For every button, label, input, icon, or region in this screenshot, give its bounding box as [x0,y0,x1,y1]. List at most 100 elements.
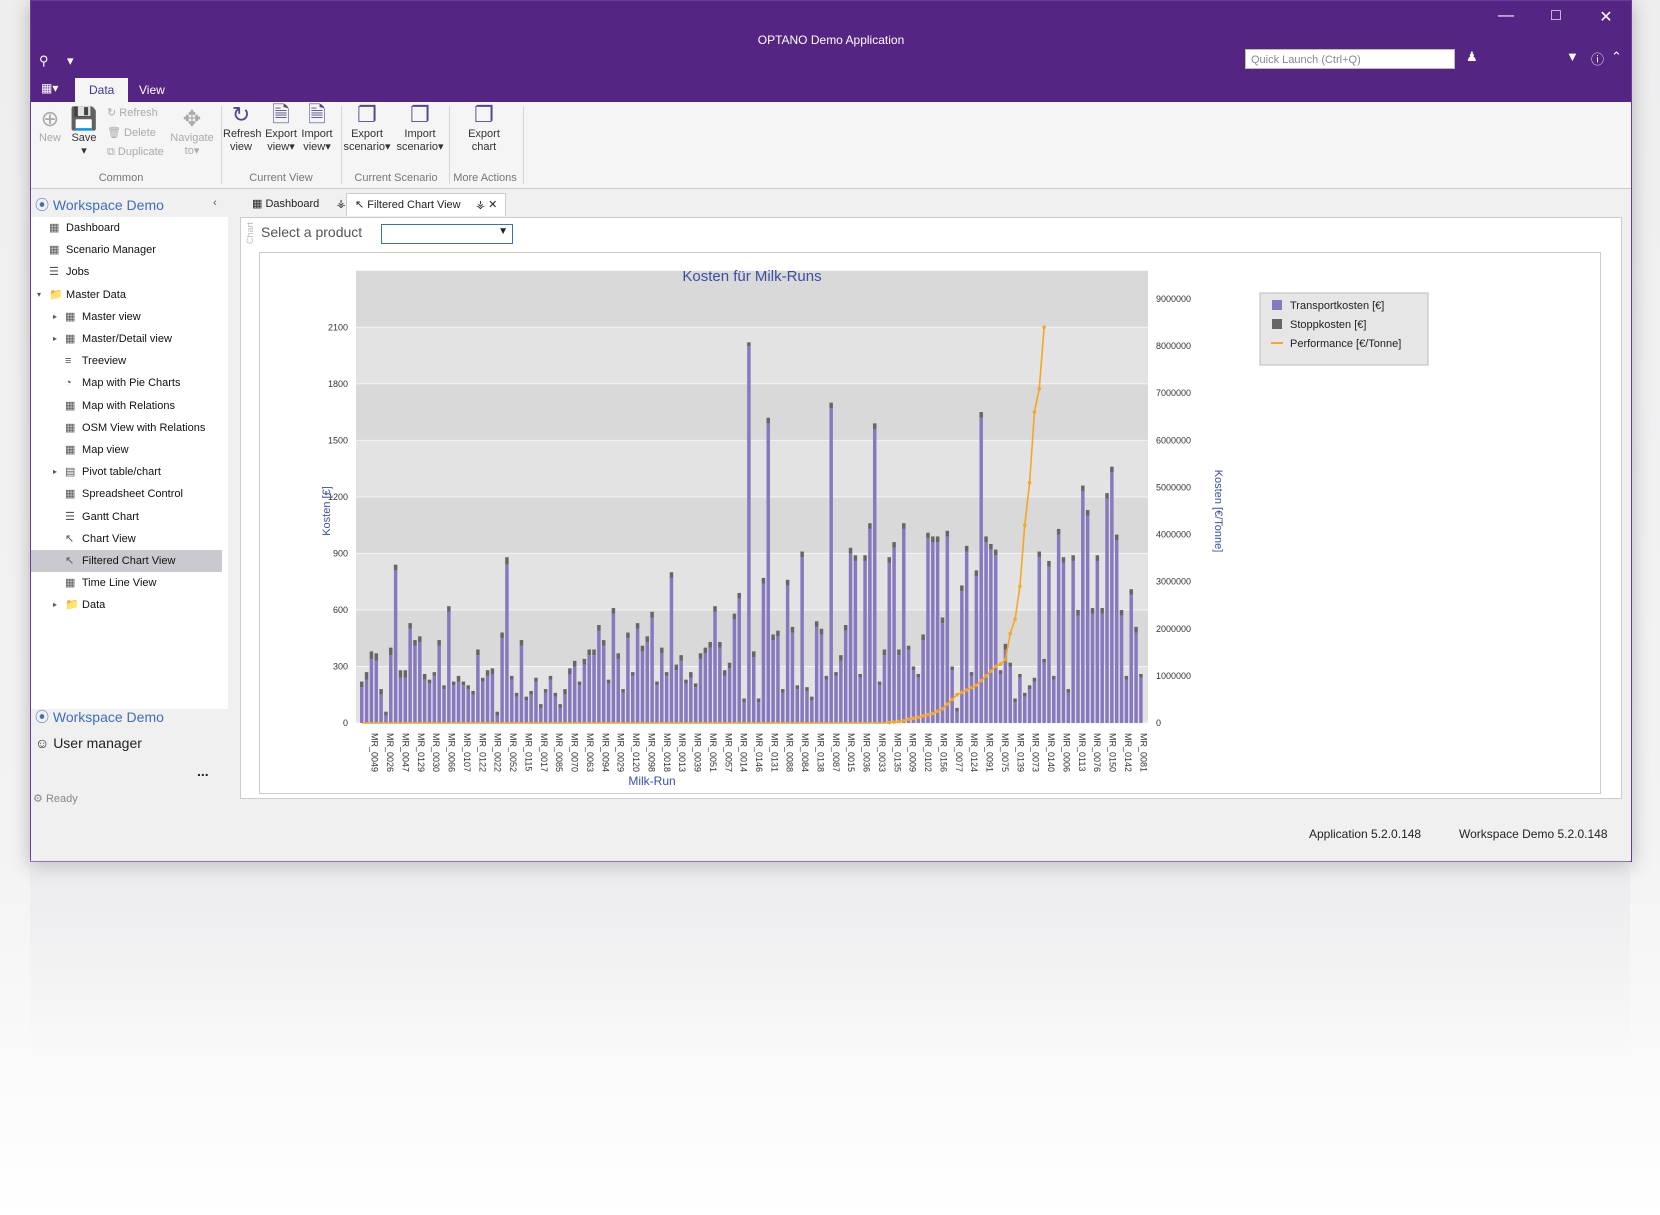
minimize-button[interactable]: — [1486,7,1526,25]
sidebar-item-master-data[interactable]: ▾ 📁 Master Data [31,284,222,306]
performance-point [989,669,993,673]
product-select[interactable]: ▼ [381,224,513,244]
y2-tick-label: 1000000 [1156,671,1191,681]
y-tick-label: 600 [333,605,348,615]
export-icon: 🗎 [272,102,290,127]
export-view-button[interactable]: 🗎 Export view▾ [263,102,299,154]
bar-transportkosten [631,675,635,723]
bar-transportkosten [1042,662,1046,723]
bar-transportkosten [568,674,572,723]
bar-stoppkosten [379,689,383,695]
sidebar-item-gantt-chart[interactable]: ☰ Gantt Chart [31,506,222,528]
expand-arrow-icon[interactable]: ▸ [53,328,57,350]
quick-access-dropdown-icon[interactable]: ▾ [67,53,74,69]
import-scenario-button[interactable]: ❐ Import scenario▾ [393,102,447,154]
sidebar-item-osm-view-with-relations[interactable]: ▦ OSM View with Relations [31,417,222,439]
bar-transportkosten [1105,498,1109,723]
sidebar-item-scenario-manager[interactable]: ▦ Scenario Manager [31,239,222,261]
bar-transportkosten [660,653,664,723]
bar-stoppkosten [679,655,683,661]
tab-data[interactable]: Data [75,78,129,102]
bar-stoppkosten [693,683,698,688]
tab-filtered-chart-view[interactable]: ↖ Filtered Chart View ⚶ ✕ [346,193,507,216]
user-icon[interactable]: ♟ [1466,49,1478,65]
expand-arrow-icon[interactable]: ▾ [37,284,41,306]
bar-transportkosten [398,677,403,723]
collapse-ribbon-icon[interactable]: ⌃ [1611,49,1622,65]
export-scenario-button[interactable]: ❐ Export scenario▾ [341,102,393,154]
chevron-down-icon[interactable]: ▼ [1566,49,1579,64]
x-tick-label: MR_0094 [600,733,610,772]
expand-arrow-icon[interactable]: ▸ [53,594,57,616]
sidebar-item-jobs[interactable]: ☰ Jobs [31,261,222,283]
quick-launch-input[interactable]: Quick Launch (Ctrl+Q) [1245,49,1455,69]
bar-transportkosten [824,679,829,723]
collapse-sidebar-icon[interactable]: ‹ [213,197,217,209]
file-menu-icon[interactable]: ▦▾ [41,81,65,97]
navigate-to-button[interactable]: ✥ Navigate to▾ [169,106,215,158]
more-options-button[interactable]: ... [197,763,209,779]
sidebar-item-label: Gantt Chart [79,510,139,523]
sidebar-item-map-with-pie-charts[interactable]: ◔ Map with Pie Charts [31,372,222,394]
sidebar-header[interactable]: ⦿ Workspace Demo [35,195,164,215]
expand-arrow-icon[interactable]: ▸ [53,306,57,328]
time-line-view-icon: ▦ [65,577,76,590]
bar-stoppkosten [616,653,620,659]
x-tick-label: MR_0066 [447,733,457,772]
bar-stoppkosten [848,547,853,554]
sidebar-item-dashboard[interactable]: ▦ Dashboard [31,217,222,239]
import-view-button[interactable]: 🗎 Import view▾ [299,102,335,154]
sidebar-item-label: Master view [79,310,141,323]
sidebar-item-label: Map view [79,444,129,456]
sidebar-item-master-detail-view[interactable]: ▸ ▦ Master/Detail view [31,328,222,350]
bar-transportkosten [1139,677,1143,723]
info-icon[interactable]: ⓘ [1591,49,1604,68]
bar-transportkosten [519,645,524,723]
y-tick-label: 300 [333,661,348,671]
sidebar-item-filtered-chart-view[interactable]: ↖ Filtered Chart View [31,550,222,572]
export-chart-button[interactable]: ❐ Export chart [461,102,507,154]
performance-point [1018,584,1022,589]
search-icon[interactable]: ⚲ [39,53,49,69]
bar-stoppkosten [1052,675,1056,680]
save-button[interactable]: 💾 Save ▾ [69,106,99,158]
sidebar-item-map-with-relations[interactable]: ▦ Map with Relations [31,395,222,417]
x-tick-label: MR_0088 [785,733,795,772]
close-icon[interactable]: ✕ [488,199,497,211]
performance-point [1022,523,1027,527]
close-button[interactable]: ✕ [1586,7,1626,27]
sidebar-item-master-view[interactable]: ▸ ▦ Master view [31,306,222,328]
workspace-demo-nav[interactable]: ⦿ Workspace Demo [35,707,164,727]
tab-view[interactable]: View [125,78,179,102]
sidebar-item-time-line-view[interactable]: ▦ Time Line View [31,572,222,594]
refresh-view-button[interactable]: ↻ Refresh view [223,102,262,154]
pin-icon[interactable]: ⚶ [476,199,485,211]
bar-stoppkosten [490,668,495,675]
sidebar-item-chart-view[interactable]: ↖ Chart View [31,528,222,550]
sidebar-item-treeview[interactable]: ≡ Treeview [31,350,222,372]
performance-point [1037,386,1042,391]
sidebar-item-label: Scenario Manager [63,244,156,257]
pin-icon[interactable]: ⚶ [336,198,345,210]
performance-point [906,717,911,722]
sidebar-item-pivot-table-chart[interactable]: ▸ ▤ Pivot table/chart [31,461,222,483]
user-manager-nav[interactable]: ☺ User manager [35,735,142,751]
bar-transportkosten [897,655,901,723]
bar-transportkosten [408,628,412,723]
expand-arrow-icon[interactable]: ▸ [53,461,57,483]
sidebar-item-spreadsheet-control[interactable]: ▦ Spreadsheet Control [31,483,222,505]
sidebar-item-data[interactable]: ▸ 📁 Data [31,594,222,616]
bar-stoppkosten [664,672,669,676]
duplicate-button[interactable]: ⧉ Duplicate [107,146,164,159]
tab-dashboard[interactable]: ▦ Dashboard ⚶ [244,193,354,215]
refresh-button[interactable]: ↻ Refresh [107,106,158,119]
bar-transportkosten [572,666,577,723]
delete-button[interactable]: 🗑 Delete [107,126,156,139]
maximize-button[interactable]: □ [1536,7,1576,25]
bar-transportkosten [698,658,703,723]
x-tick-label: MR_0076 [1092,733,1102,772]
y2-tick-label: 2000000 [1156,624,1191,634]
new-button[interactable]: ⊕ New [37,106,63,145]
bar-stoppkosten [722,670,727,676]
sidebar-item-map-view[interactable]: ▦ Map view [31,439,222,461]
